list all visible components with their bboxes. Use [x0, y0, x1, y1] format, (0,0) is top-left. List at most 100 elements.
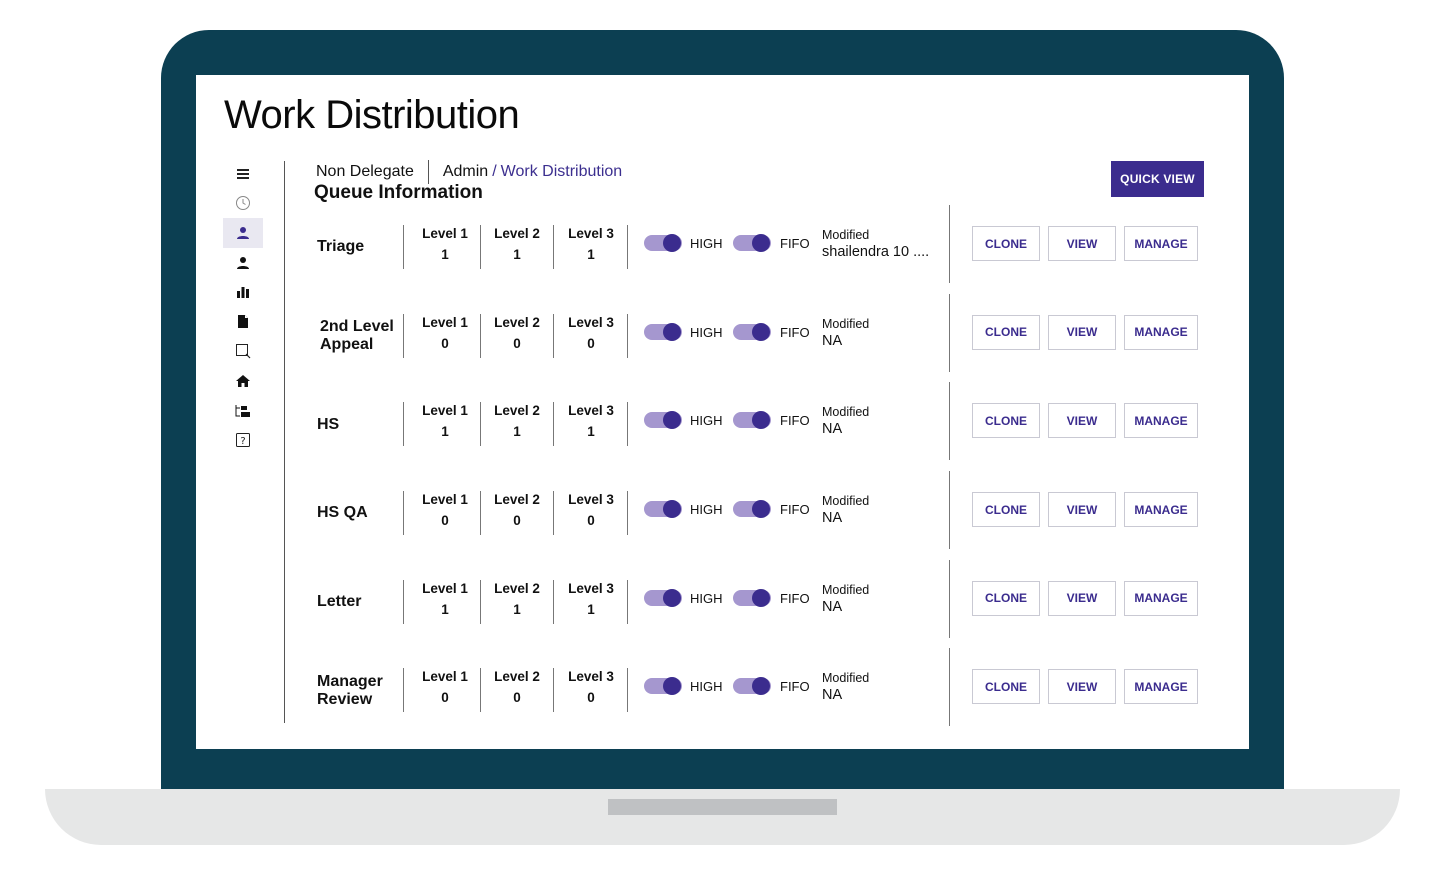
level-2-label: Level 2: [494, 669, 540, 685]
fifo-label: FIFO: [780, 236, 810, 251]
level-2-value: 0: [513, 513, 521, 529]
level-1-value: 0: [441, 335, 449, 351]
level-2-cell: Level 2 0: [481, 315, 553, 351]
column-divider: [627, 313, 628, 358]
level-1-value: 1: [441, 601, 449, 617]
clone-button[interactable]: CLONE: [972, 314, 1040, 350]
manage-button[interactable]: MANAGE: [1124, 492, 1198, 528]
laptop-base: [45, 789, 1400, 845]
high-label: HIGH: [690, 590, 723, 606]
section-title: Queue Information: [314, 182, 483, 203]
high-priority-toggle[interactable]: [644, 500, 682, 519]
view-button[interactable]: VIEW: [1048, 226, 1116, 261]
level-3-label: Level 3: [568, 314, 614, 330]
manage-button[interactable]: MANAGE: [1124, 403, 1198, 439]
toggle-knob: [663, 500, 681, 519]
level-3-cell: Level 3 1: [555, 403, 627, 439]
queue-name: Manager Review: [317, 672, 383, 708]
level-1-label: Level 1: [422, 403, 468, 419]
breadcrumb: Non Delegate Admin / Work Distribution: [316, 160, 622, 184]
high-label: HIGH: [690, 502, 723, 518]
actions-divider: [949, 471, 950, 550]
modified-value: shailendra 10 ....: [822, 244, 930, 260]
clone-button[interactable]: CLONE: [972, 492, 1040, 528]
quick-view-button[interactable]: QUICK VIEW: [1111, 161, 1204, 197]
high-label: HIGH: [690, 679, 723, 695]
column-divider: [553, 225, 554, 269]
level-2-value: 1: [513, 424, 521, 440]
clone-button[interactable]: CLONE: [972, 226, 1040, 261]
high-label: HIGH: [690, 236, 723, 251]
clone-button[interactable]: CLONE: [972, 669, 1040, 705]
fifo-toggle[interactable]: [733, 322, 771, 341]
fifo-toggle[interactable]: [733, 500, 771, 519]
column-divider: [403, 579, 404, 624]
level-1-value: 1: [441, 424, 449, 440]
breadcrumb-root[interactable]: Non Delegate: [316, 160, 429, 184]
modified-label: Modified: [822, 582, 870, 597]
column-divider: [627, 579, 628, 624]
manage-button[interactable]: MANAGE: [1124, 669, 1198, 705]
queue-row: HS Level 11 Level 21 Level 31 HIGH FIFO …: [196, 380, 1249, 469]
level-2-label: Level 2: [494, 492, 540, 508]
view-button[interactable]: VIEW: [1048, 580, 1116, 616]
actions-divider: [949, 293, 950, 372]
level-3-value: 1: [587, 424, 595, 440]
column-divider: [553, 668, 554, 713]
modified-value: NA: [822, 332, 843, 349]
level-1-label: Level 1: [422, 669, 468, 685]
column-divider: [553, 402, 554, 447]
queue-row: Manager Review Level 1 0 Level 2 0 Level 3 0…: [196, 646, 1249, 735]
level-1-cell: Level 1 0: [409, 315, 481, 351]
level-2-cell: Level 2 0: [481, 492, 553, 528]
column-divider: [553, 313, 554, 358]
level-1-label: Level 1: [422, 314, 468, 330]
modified-label: Modified: [822, 316, 870, 331]
fifo-toggle[interactable]: [733, 234, 771, 252]
high-priority-toggle[interactable]: [644, 411, 682, 430]
fifo-label: FIFO: [780, 679, 810, 695]
manage-button[interactable]: MANAGE: [1124, 226, 1198, 261]
modified-value: NA: [822, 598, 843, 615]
view-button[interactable]: VIEW: [1048, 314, 1116, 350]
level-2-value: 1: [513, 247, 521, 262]
fifo-toggle[interactable]: [733, 677, 771, 696]
manage-button[interactable]: MANAGE: [1124, 580, 1198, 616]
modified-info: Modified NA: [822, 583, 869, 615]
fifo-toggle[interactable]: [733, 411, 771, 430]
level-3-cell: Level 3 0: [555, 492, 627, 528]
breadcrumb-separator: /: [492, 163, 497, 180]
fifo-toggle[interactable]: [733, 588, 771, 607]
high-priority-toggle[interactable]: [644, 677, 682, 696]
menu-icon: [236, 168, 250, 180]
toggle-knob: [752, 411, 770, 430]
modified-label: Modified: [822, 671, 870, 686]
high-priority-toggle[interactable]: [644, 588, 682, 607]
queue-row: Letter Level 1 1 Level 2 1 Level 3 1 HIGH F…: [196, 558, 1249, 647]
high-priority-toggle[interactable]: [644, 322, 682, 341]
view-button[interactable]: VIEW: [1048, 669, 1116, 705]
queue-name: 2nd Level Appeal: [320, 318, 394, 354]
level-2-label: Level 2: [494, 314, 540, 330]
view-button[interactable]: VIEW: [1048, 403, 1116, 439]
modified-info: Modified NA: [822, 317, 869, 349]
fifo-label: FIFO: [780, 502, 810, 518]
breadcrumb-current[interactable]: Work Distribution: [501, 163, 623, 181]
modified-label: Modified: [822, 494, 870, 509]
actions-divider: [949, 382, 950, 461]
view-button[interactable]: VIEW: [1048, 492, 1116, 528]
high-label: HIGH: [690, 413, 723, 429]
toggle-knob: [663, 322, 681, 341]
high-priority-toggle[interactable]: [644, 234, 682, 252]
level-1-label: Level 1: [422, 580, 468, 596]
sidebar-item-menu[interactable]: [223, 159, 263, 189]
breadcrumb-admin[interactable]: Admin: [429, 163, 488, 181]
level-3-value: 1: [587, 247, 595, 262]
column-divider: [553, 579, 554, 624]
level-1-value: 0: [441, 513, 449, 529]
clone-button[interactable]: CLONE: [972, 580, 1040, 616]
clone-button[interactable]: CLONE: [972, 403, 1040, 439]
level-1-value: 1: [441, 247, 449, 262]
queue-row: Triage Level 1 1 Level 2 1 Level 3 1 HIGH F…: [196, 203, 1249, 292]
manage-button[interactable]: MANAGE: [1124, 314, 1198, 350]
